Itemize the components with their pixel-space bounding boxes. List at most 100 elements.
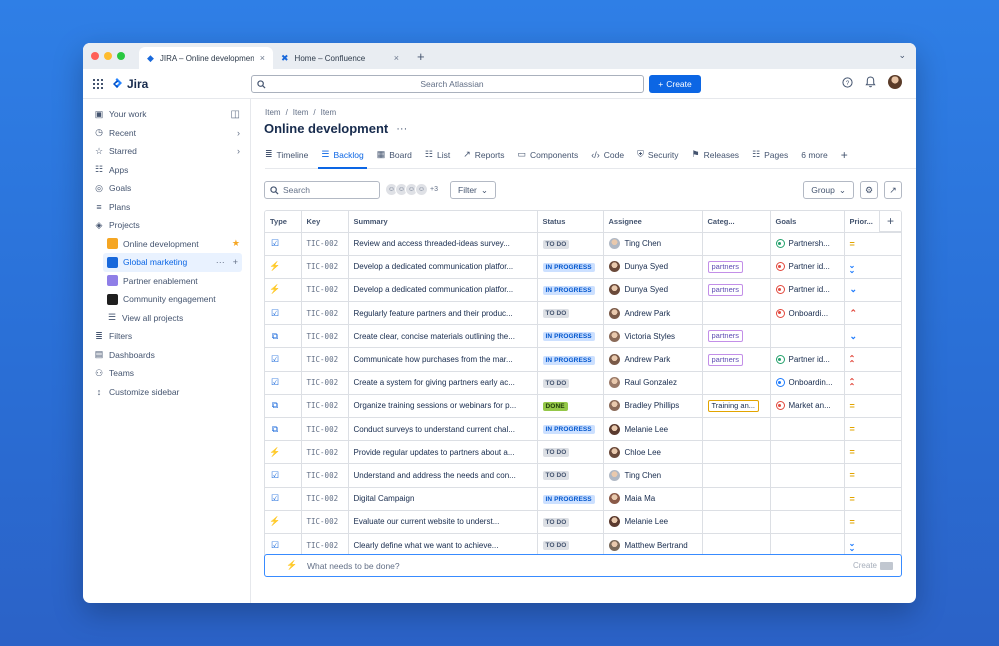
goals-cell[interactable]: Partner id... bbox=[770, 347, 845, 372]
column-header[interactable]: Summary bbox=[348, 211, 538, 233]
filter-button[interactable]: Filter ⌄ bbox=[450, 181, 497, 199]
status-cell[interactable]: IN PROGRESS bbox=[537, 347, 604, 372]
issue-key[interactable]: TIC-002 bbox=[301, 371, 349, 395]
tab-backlog[interactable]: ☰ Backlog bbox=[318, 141, 368, 169]
sidebar-project-community-engagement[interactable]: Community engagement bbox=[83, 290, 250, 309]
new-tab-button[interactable]: + bbox=[417, 49, 425, 64]
issue-key[interactable]: TIC-002 bbox=[301, 487, 349, 511]
issue-key[interactable]: TIC-002 bbox=[301, 278, 349, 303]
sidebar-item-plans[interactable]: ≡ Plans bbox=[83, 198, 250, 217]
close-window-button[interactable] bbox=[91, 52, 99, 60]
priority-cell[interactable]: = bbox=[844, 463, 901, 488]
tab-list[interactable]: ☷ List bbox=[425, 141, 450, 168]
table-row[interactable]: ☑ TIC-002 Review and access threaded-ideas… bbox=[265, 232, 901, 256]
issue-key[interactable]: TIC-002 bbox=[301, 232, 349, 256]
tab-board[interactable]: ▦ Board bbox=[377, 141, 412, 168]
issue-key[interactable]: TIC-002 bbox=[301, 255, 349, 279]
goals-cell[interactable]: Partnersh... bbox=[770, 232, 845, 256]
issue-key[interactable]: TIC-002 bbox=[301, 440, 349, 465]
category-cell[interactable]: partners bbox=[702, 278, 771, 303]
tab-security[interactable]: ⛨ Security bbox=[637, 141, 678, 168]
column-header[interactable]: Key bbox=[301, 211, 349, 233]
priority-cell[interactable]: = bbox=[844, 417, 901, 442]
table-row[interactable]: ☑ TIC-002 Understand and address the needs… bbox=[265, 463, 901, 488]
issue-key[interactable]: TIC-002 bbox=[301, 394, 349, 419]
sidebar-item-dashboards[interactable]: ▤ Dashboards bbox=[83, 346, 250, 365]
status-cell[interactable]: IN PROGRESS bbox=[537, 417, 604, 442]
sidebar-item-apps[interactable]: ☷ Apps bbox=[83, 161, 250, 180]
type-cell[interactable]: ☑ bbox=[265, 371, 302, 395]
priority-cell[interactable]: ⌃⌃ bbox=[844, 347, 901, 372]
category-cell[interactable] bbox=[702, 417, 771, 442]
assignee-filter-avatars[interactable]: ☺ ☺ ☺ ☺ +3 bbox=[385, 183, 438, 196]
maximize-window-button[interactable] bbox=[117, 52, 125, 60]
issue-summary[interactable]: Develop a dedicated communication platfo… bbox=[348, 255, 538, 279]
view-settings-button[interactable]: ⚙ bbox=[860, 181, 878, 199]
issue-summary[interactable]: Understand and address the needs and con… bbox=[348, 463, 538, 488]
status-cell[interactable]: DONE bbox=[537, 394, 604, 419]
type-cell[interactable]: ⧉ bbox=[265, 394, 302, 419]
status-cell[interactable]: TO DO bbox=[537, 232, 604, 256]
sidebar-project-partner-enablement[interactable]: Partner enablement bbox=[83, 272, 250, 291]
issue-key[interactable]: TIC-002 bbox=[301, 510, 349, 534]
bell-icon[interactable] bbox=[865, 76, 876, 88]
type-cell[interactable]: ⧉ bbox=[265, 324, 302, 349]
status-cell[interactable]: IN PROGRESS bbox=[537, 324, 604, 349]
issue-summary[interactable]: Develop a dedicated communication platfo… bbox=[348, 278, 538, 303]
column-header[interactable]: Goals bbox=[770, 211, 845, 233]
close-icon[interactable]: × bbox=[394, 53, 399, 63]
priority-cell[interactable]: = bbox=[844, 487, 901, 511]
table-row[interactable]: ⧉ TIC-002 Conduct surveys to understand cu… bbox=[265, 417, 901, 442]
assignee-cell[interactable]: Andrew Park bbox=[603, 301, 703, 326]
breadcrumb-item[interactable]: Item bbox=[321, 108, 337, 117]
issue-key[interactable]: TIC-002 bbox=[301, 347, 349, 372]
type-cell[interactable]: ⚡ bbox=[265, 278, 302, 303]
goals-cell[interactable]: Onboardi... bbox=[770, 301, 845, 326]
table-row[interactable]: ⚡ TIC-002 Develop a dedicated communicatio… bbox=[265, 278, 901, 303]
tab-6-more[interactable]: 6 more bbox=[801, 141, 827, 168]
add-tab-button[interactable]: + bbox=[841, 141, 848, 168]
assignee-cell[interactable]: Maia Ma bbox=[603, 487, 703, 511]
goals-cell[interactable] bbox=[770, 487, 845, 511]
global-search-input[interactable]: Search Atlassian bbox=[251, 75, 644, 93]
issue-summary[interactable]: Regularly feature partners and their pro… bbox=[348, 301, 538, 326]
table-row[interactable]: ☑ TIC-002 Digital Campaign IN PROGRESS Maia … bbox=[265, 487, 901, 511]
priority-cell[interactable]: = bbox=[844, 232, 901, 256]
status-cell[interactable]: TO DO bbox=[537, 301, 604, 326]
jira-logo[interactable]: Jira bbox=[111, 77, 148, 91]
table-row[interactable]: ☑ TIC-002 Create a system for giving partn… bbox=[265, 371, 901, 395]
backlog-search-input[interactable]: Search bbox=[264, 181, 380, 199]
tab-code[interactable]: ‹/› Code bbox=[591, 141, 624, 168]
assignee-cell[interactable]: Ting Chen bbox=[603, 232, 703, 256]
insights-button[interactable]: ↗ bbox=[884, 181, 902, 199]
status-cell[interactable]: TO DO bbox=[537, 510, 604, 534]
sidebar-item-goals[interactable]: ◎ Goals bbox=[83, 179, 250, 198]
tab-components[interactable]: ▭ Components bbox=[518, 141, 579, 168]
issue-summary[interactable]: Digital Campaign bbox=[348, 487, 538, 511]
assignee-cell[interactable]: Dunya Syed bbox=[603, 255, 703, 279]
minimize-window-button[interactable] bbox=[104, 52, 112, 60]
goals-cell[interactable] bbox=[770, 417, 845, 442]
issue-summary[interactable]: Review and access threaded-ideas survey.… bbox=[348, 232, 538, 256]
sidebar-item-projects[interactable]: ◈ Projects bbox=[83, 216, 250, 235]
goals-cell[interactable]: Onboardin... bbox=[770, 371, 845, 395]
assignee-cell[interactable]: Raul Gonzalez bbox=[603, 371, 703, 395]
category-cell[interactable]: partners bbox=[702, 347, 771, 372]
category-cell[interactable] bbox=[702, 463, 771, 488]
browser-tab[interactable]: ✖ Home – Confluence × bbox=[273, 47, 407, 69]
priority-cell[interactable]: = bbox=[844, 440, 901, 465]
type-cell[interactable]: ☑ bbox=[265, 232, 302, 256]
app-switcher-icon[interactable] bbox=[93, 78, 103, 89]
goals-cell[interactable]: Partner id... bbox=[770, 278, 845, 303]
assignee-cell[interactable]: Melanie Lee bbox=[603, 510, 703, 534]
sidebar-item-customize-sidebar[interactable]: ↕ Customize sidebar bbox=[83, 383, 250, 402]
inline-create-button[interactable]: Create bbox=[853, 561, 893, 570]
new-issue-input[interactable]: What needs to be done? bbox=[307, 561, 400, 571]
assignee-cell[interactable]: Melanie Lee bbox=[603, 417, 703, 442]
status-cell[interactable]: IN PROGRESS bbox=[537, 278, 604, 303]
type-cell[interactable]: ☑ bbox=[265, 347, 302, 372]
priority-cell[interactable]: ⌄⌄ bbox=[844, 255, 901, 279]
table-row[interactable]: ⚡ TIC-002 Develop a dedicated communicatio… bbox=[265, 255, 901, 279]
more-actions-icon[interactable]: ··· bbox=[396, 123, 407, 135]
issue-summary[interactable]: Provide regular updates to partners abou… bbox=[348, 440, 538, 465]
